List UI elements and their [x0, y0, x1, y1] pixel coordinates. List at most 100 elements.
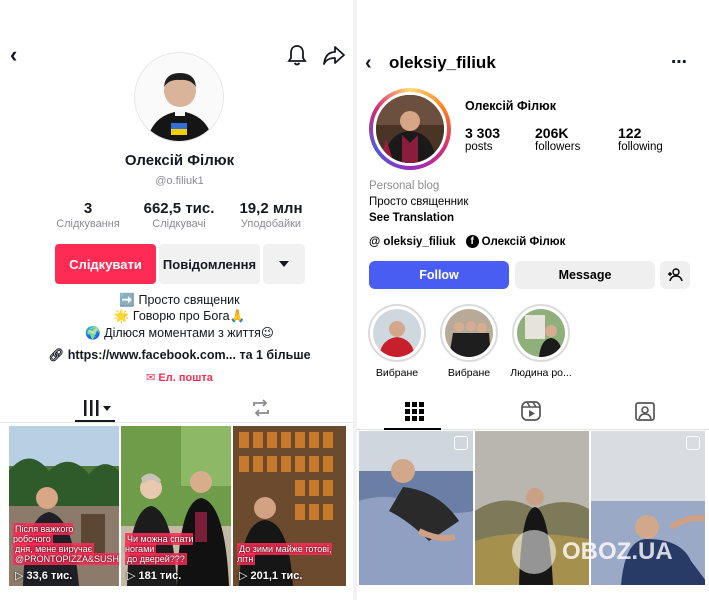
video-caption: До зими майже готові, літн	[237, 543, 342, 565]
threads-link[interactable]: @ oleksiy_filiuk	[369, 236, 456, 248]
stat-value: 122	[618, 125, 642, 141]
view-count: ▷ 33,6 тис.	[15, 570, 73, 582]
caption-line: До зими майже готові, літн	[237, 543, 332, 565]
profile-name: Олексій Філюк	[124, 152, 235, 169]
reel-indicator-icon	[686, 436, 700, 450]
highlight-ring	[440, 304, 498, 362]
threads-handle: oleksiy_filiuk	[383, 235, 456, 248]
posts-grid-tab-icon[interactable]	[403, 400, 425, 422]
stat-label: posts	[465, 141, 493, 153]
stat-value: 206K	[535, 125, 569, 141]
bio-line: 🌍 Ділюся моментами з життя😉	[85, 326, 274, 340]
message-button[interactable]: Message	[515, 261, 655, 289]
tab-divider	[0, 422, 353, 423]
watermark-text: OBOZ.UA	[562, 538, 673, 565]
highlight-cover	[517, 309, 565, 357]
bio-link[interactable]: 🔗︎ https://www.facebook.com... та 1 біль…	[0, 348, 353, 363]
highlight-ring	[512, 304, 570, 362]
email-label: Ел. пошта	[158, 372, 213, 384]
highlight-cover	[445, 309, 493, 357]
suggest-user-button[interactable]	[660, 261, 690, 289]
caret-down-icon	[279, 261, 289, 267]
bell-icon[interactable]	[287, 44, 307, 66]
caption-line: Чи можна спати ногами	[125, 533, 194, 555]
view-count: ▷ 181 тис.	[127, 570, 182, 582]
stat-label: following	[618, 141, 663, 153]
stat-label: Уподобайки	[240, 218, 302, 230]
view-count-value: 201,1 тис.	[250, 570, 303, 582]
follow-button[interactable]: Follow	[369, 261, 509, 289]
highlight-ring	[368, 304, 426, 362]
video-caption: Чи можна спати ногами до дверей???	[125, 533, 227, 565]
facebook-name: Олексій Філюк	[481, 235, 566, 248]
stat-value: 19,2 млн	[239, 200, 303, 217]
video-thumbnail[interactable]: Чи можна спати ногами до дверей??? ▷ 181…	[121, 426, 231, 586]
story-highlight[interactable]: Вибране	[365, 304, 429, 379]
add-person-icon	[668, 268, 683, 282]
watermark-logo-icon	[512, 530, 556, 574]
active-tab-indicator	[384, 428, 441, 430]
tagged-tab-icon[interactable]	[634, 400, 656, 422]
stat-following[interactable]: 122 following	[618, 125, 663, 153]
caption-line: до дверей???	[125, 553, 187, 565]
share-arrow-icon[interactable]	[323, 45, 345, 65]
stat-followers[interactable]: 206K followers	[535, 125, 580, 153]
stat-value: 3	[83, 200, 93, 217]
reels-tab-icon[interactable]	[520, 400, 542, 422]
video-thumbnail[interactable]: Після важкого робочого дня, мене виручає…	[9, 426, 119, 586]
stat-followers[interactable]: 662,5 тис. Слідкувачі	[134, 200, 224, 230]
repost-tab-icon[interactable]	[250, 398, 272, 418]
see-translation-link[interactable]: See Translation	[369, 212, 454, 224]
highlight-label: Людина ро...	[510, 367, 572, 379]
stat-likes[interactable]: 19,2 млн Уподобайки	[226, 200, 316, 230]
view-count-value: 33,6 тис.	[26, 570, 73, 582]
bio-line: ➡️ Просто священик	[119, 293, 240, 307]
stat-value: 662,5 тис.	[143, 200, 215, 217]
more-options-icon[interactable]: ⋯	[671, 52, 688, 72]
caption-line: Після важкого робочого	[13, 523, 74, 545]
tiktok-profile-panel: ‹ Олексій Філюк @o.filiuk1 3 Слідкування…	[0, 0, 353, 600]
profile-bio: Просто священник	[369, 196, 469, 208]
profile-handle: @o.filiuk1	[155, 175, 204, 187]
stat-label: Слідкувачі	[152, 218, 206, 230]
stat-label: followers	[535, 141, 581, 153]
threads-icon: @	[369, 235, 381, 248]
highlight-cover	[373, 309, 421, 357]
back-arrow-icon[interactable]: ‹	[365, 52, 372, 75]
view-count-value: 181 тис.	[138, 570, 182, 582]
follow-button[interactable]: Слідкувати	[55, 244, 156, 284]
facebook-link[interactable]: f Олексій Філюк	[465, 235, 566, 248]
instagram-profile-panel: ‹ oleksiy_filiuk ⋯ Олексій Філюк 3 303 p…	[357, 0, 709, 600]
videos-tab-grid-icon[interactable]	[82, 398, 114, 418]
view-count: ▷ 201,1 тис.	[239, 570, 303, 582]
mail-icon: ✉︎	[146, 372, 159, 384]
stat-value: 3 303	[465, 125, 501, 141]
stat-label: Слідкування	[56, 218, 120, 230]
reel-indicator-icon	[454, 436, 468, 450]
profile-links: @ oleksiy_filiuk f Олексій Філюк	[369, 235, 565, 248]
stat-following[interactable]: 3 Слідкування	[43, 200, 133, 230]
story-highlight[interactable]: Вибране	[437, 304, 501, 379]
avatar[interactable]	[134, 52, 224, 142]
avatar[interactable]	[373, 92, 447, 166]
video-caption: Після важкого робочого дня, мене виручає…	[13, 523, 119, 565]
bio-line: 🌟 Говорю про Бога🙏	[113, 309, 246, 323]
stat-posts[interactable]: 3 303 posts	[465, 125, 500, 153]
profile-category: Personal blog	[369, 180, 440, 192]
video-thumbnail[interactable]: До зими майже готові, літн ▷ 201,1 тис.	[233, 426, 346, 586]
back-arrow-icon[interactable]: ‹	[10, 42, 17, 68]
highlight-label: Вибране	[375, 367, 419, 379]
facebook-icon: f	[465, 235, 479, 248]
message-button[interactable]: Повідомлення	[159, 244, 260, 284]
caption-line: @PRONTOPIZZA&SUSHI.v	[13, 553, 119, 565]
post-thumbnail[interactable]	[359, 431, 473, 585]
watermark: OBOZ.UA	[512, 530, 673, 574]
bio-link-text: https://www.facebook.com... та 1 більше	[67, 348, 311, 362]
profile-username: oleksiy_filiuk	[389, 53, 496, 72]
profile-name: Олексій Філюк	[465, 99, 556, 113]
highlight-label: Вибране	[447, 367, 491, 379]
more-options-button[interactable]	[263, 244, 305, 284]
email-link[interactable]: ✉︎ Ел. пошта	[0, 371, 353, 384]
link-icon: 🔗︎	[48, 348, 68, 362]
story-highlight[interactable]: Людина ро...	[509, 304, 573, 379]
